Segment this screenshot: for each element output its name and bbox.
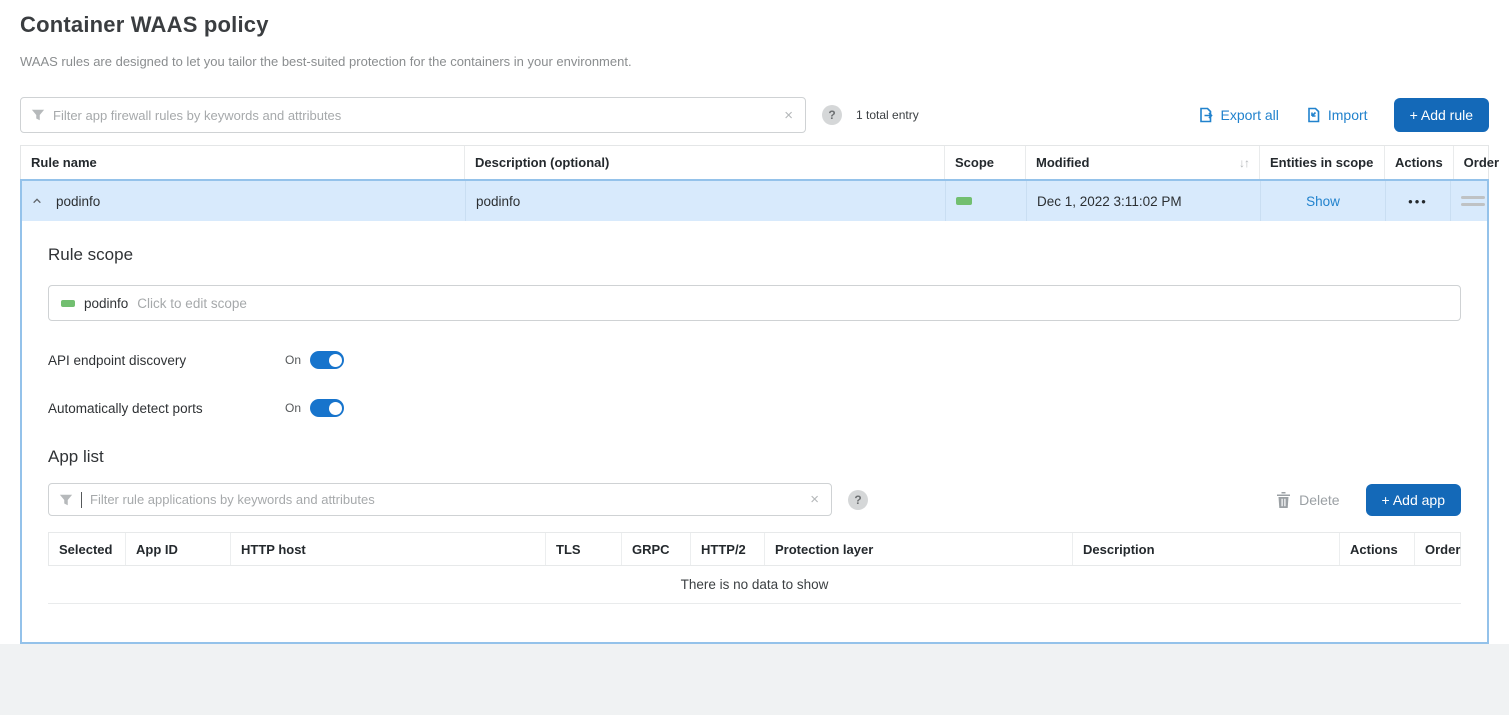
column-header-modified: Modified ↓↑ <box>1025 146 1259 179</box>
delete-apps-button[interactable]: Delete <box>1276 492 1339 508</box>
auto-detect-ports-toggle[interactable] <box>310 399 344 417</box>
filter-icon <box>59 493 73 507</box>
scope-edit-placeholder: Click to edit scope <box>137 296 247 311</box>
app-column-tls: TLS <box>545 533 621 565</box>
export-all-button[interactable]: Export all <box>1198 107 1279 123</box>
apps-table: Selected App ID HTTP host TLS GRPC HTTP/… <box>48 532 1461 604</box>
drag-handle-icon[interactable] <box>1461 196 1485 206</box>
sort-icon[interactable]: ↓↑ <box>1239 156 1249 170</box>
actions-menu-icon[interactable]: ••• <box>1408 194 1428 209</box>
rule-order-cell <box>1450 181 1495 221</box>
api-endpoint-discovery-state: On <box>285 353 301 367</box>
toggle-knob <box>329 354 342 367</box>
app-column-order: Order <box>1414 533 1470 565</box>
rules-table: Rule name Description (optional) Scope M… <box>20 145 1489 644</box>
total-entries-count: 1 total entry <box>856 108 919 122</box>
app-column-selected: Selected <box>49 533 125 565</box>
import-icon <box>1305 107 1321 123</box>
api-endpoint-discovery-label: API endpoint discovery <box>48 353 285 368</box>
entities-in-scope-cell: Show <box>1260 181 1385 221</box>
rule-actions-cell: ••• <box>1385 181 1450 221</box>
app-column-http2: HTTP/2 <box>690 533 764 565</box>
rules-filter-input[interactable] <box>53 108 774 123</box>
rule-description: podinfo <box>465 181 945 221</box>
rule-expanded-block: podinfo podinfo Dec 1, 2022 3:11:02 PM S… <box>20 179 1489 644</box>
help-icon[interactable]: ? <box>848 490 868 510</box>
column-header-description: Description (optional) <box>464 146 944 179</box>
rule-modified: Dec 1, 2022 3:11:02 PM <box>1026 181 1260 221</box>
rule-scope-section-title: Rule scope <box>48 245 1461 265</box>
app-list-section-title: App list <box>48 447 1461 467</box>
rules-filter-box[interactable]: × <box>20 97 806 133</box>
show-entities-link[interactable]: Show <box>1306 194 1340 209</box>
auto-detect-ports-row: Automatically detect ports On <box>48 399 1461 417</box>
auto-detect-ports-state: On <box>285 401 301 415</box>
page-title: Container WAAS policy <box>0 12 1509 38</box>
export-all-label: Export all <box>1221 107 1279 123</box>
rules-table-header: Rule name Description (optional) Scope M… <box>20 145 1489 179</box>
toggle-knob <box>329 402 342 415</box>
help-icon[interactable]: ? <box>822 105 842 125</box>
app-column-app-id: App ID <box>125 533 230 565</box>
app-column-actions: Actions <box>1339 533 1414 565</box>
page-subtitle: WAAS rules are designed to let you tailo… <box>0 54 1509 69</box>
column-header-rule-name: Rule name <box>21 146 464 179</box>
rule-name-cell: podinfo <box>22 181 465 221</box>
apps-filter-box[interactable]: × <box>48 483 832 516</box>
clear-filter-icon[interactable]: × <box>782 108 795 123</box>
api-endpoint-discovery-row: API endpoint discovery On <box>48 351 1461 369</box>
rule-table-row[interactable]: podinfo podinfo Dec 1, 2022 3:11:02 PM S… <box>22 181 1487 221</box>
clear-filter-icon[interactable]: × <box>808 492 821 507</box>
modified-header-label: Modified <box>1036 155 1089 170</box>
container-waas-policy-page: Container WAAS policy WAAS rules are des… <box>0 0 1509 644</box>
app-column-protection-layer: Protection layer <box>764 533 1072 565</box>
collection-badge-icon <box>956 197 972 205</box>
rule-detail-panel: Rule scope podinfo Click to edit scope A… <box>22 221 1487 642</box>
column-header-order: Order <box>1453 146 1509 179</box>
column-header-scope: Scope <box>944 146 1025 179</box>
import-label: Import <box>1328 107 1368 123</box>
trash-icon <box>1276 492 1291 508</box>
filter-icon <box>31 108 45 122</box>
auto-detect-ports-label: Automatically detect ports <box>48 401 285 416</box>
export-icon <box>1198 107 1214 123</box>
text-cursor <box>81 492 82 508</box>
rule-name: podinfo <box>56 194 100 209</box>
delete-label: Delete <box>1299 492 1339 508</box>
rule-scope-field[interactable]: podinfo Click to edit scope <box>48 285 1461 321</box>
app-list-toolbar: × ? Delete + Add app <box>48 483 1461 516</box>
chevron-up-icon[interactable] <box>32 196 42 206</box>
apps-filter-input[interactable] <box>90 492 800 507</box>
column-header-entities: Entities in scope <box>1259 146 1384 179</box>
column-header-actions: Actions <box>1384 146 1453 179</box>
app-column-http-host: HTTP host <box>230 533 545 565</box>
api-endpoint-discovery-toggle[interactable] <box>310 351 344 369</box>
collection-badge-icon <box>61 300 75 307</box>
import-button[interactable]: Import <box>1305 107 1368 123</box>
add-rule-button[interactable]: + Add rule <box>1394 98 1489 132</box>
apps-empty-state: There is no data to show <box>48 566 1461 604</box>
app-column-description: Description <box>1072 533 1339 565</box>
add-app-button[interactable]: + Add app <box>1366 484 1461 516</box>
scope-value: podinfo <box>84 296 128 311</box>
apps-table-header: Selected App ID HTTP host TLS GRPC HTTP/… <box>48 532 1461 566</box>
rules-toolbar: × ? 1 total entry Export all Import + Ad… <box>20 97 1489 133</box>
app-column-grpc: GRPC <box>621 533 690 565</box>
rule-scope-cell <box>945 181 1026 221</box>
